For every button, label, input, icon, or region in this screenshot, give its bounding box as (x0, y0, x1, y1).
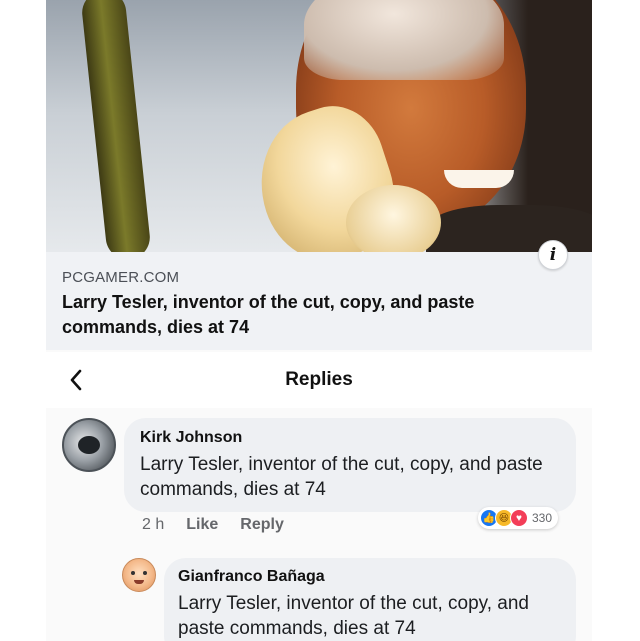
replies-header: Replies (46, 352, 592, 408)
info-icon[interactable]: i (538, 240, 568, 270)
comment: Gianfranco Bañaga Larry Tesler, inventor… (46, 558, 592, 641)
comment-text: Larry Tesler, inventor of the cut, copy,… (140, 454, 543, 500)
facebook-screen: i PCGAMER.COM Larry Tesler, inventor of … (46, 0, 592, 641)
reaction-summary[interactable]: 👍 😆 ♥ 330 (478, 507, 559, 529)
comment-bubble[interactable]: Gianfranco Bañaga Larry Tesler, inventor… (164, 558, 576, 641)
comment-author[interactable]: Gianfranco Bañaga (178, 568, 325, 586)
article-photo[interactable] (46, 0, 592, 252)
like-button[interactable]: Like (186, 516, 218, 534)
avatar[interactable] (62, 418, 116, 472)
avatar[interactable] (122, 558, 156, 592)
reply-button[interactable]: Reply (240, 516, 284, 534)
comment-actions: 2 h Like Reply (142, 516, 284, 534)
link-title[interactable]: Larry Tesler, inventor of the cut, copy,… (62, 290, 562, 340)
link-preview-card[interactable]: i PCGAMER.COM Larry Tesler, inventor of … (46, 0, 592, 350)
comment-timestamp[interactable]: 2 h (142, 516, 164, 534)
comment-author[interactable]: Kirk Johnson (140, 429, 242, 447)
comment-text: Larry Tesler, inventor of the cut, copy,… (178, 593, 529, 639)
comment: Kirk Johnson Larry Tesler, inventor of t… (46, 418, 592, 538)
reaction-count: 330 (532, 511, 553, 525)
comment-bubble[interactable]: Kirk Johnson Larry Tesler, inventor of t… (124, 418, 576, 512)
heart-reaction-icon: ♥ (510, 509, 528, 527)
link-source: PCGAMER.COM (62, 269, 180, 286)
page-title: Replies (285, 369, 353, 390)
